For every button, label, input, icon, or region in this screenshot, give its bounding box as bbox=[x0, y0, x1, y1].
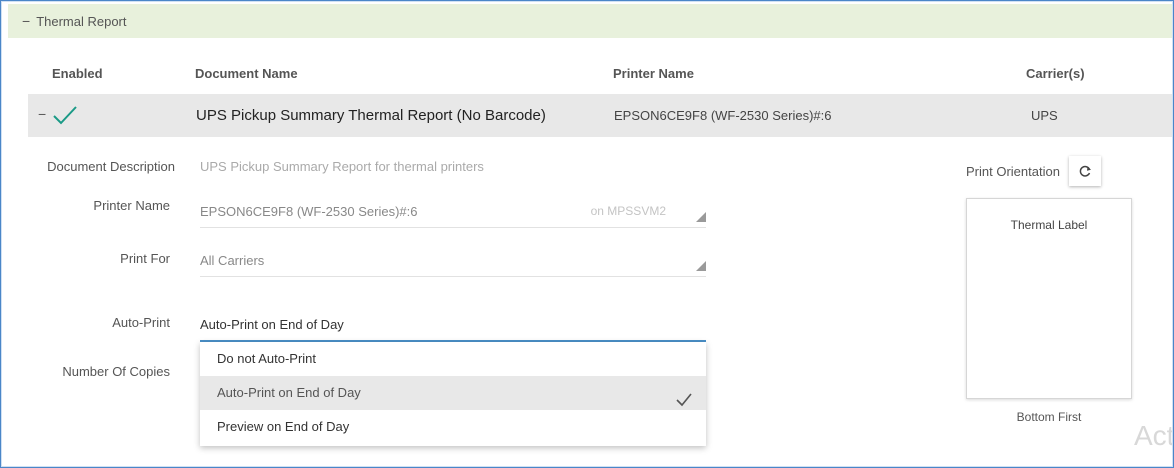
row-collapse-toggle[interactable]: − bbox=[38, 106, 46, 122]
printer-server: on MPSSVM2 bbox=[590, 204, 666, 218]
collapse-toggle[interactable]: − bbox=[22, 13, 30, 29]
col-document-name-header[interactable]: Document Name bbox=[195, 66, 298, 81]
col-enabled-header[interactable]: Enabled bbox=[52, 66, 103, 81]
auto-print-dropdown[interactable]: Do not Auto-Print Auto-Print on End of D… bbox=[200, 342, 706, 446]
number-of-copies-label: Number Of Copies bbox=[62, 364, 170, 379]
auto-print-select[interactable]: Auto-Print on End of Day bbox=[200, 312, 706, 342]
orientation-caption: Bottom First bbox=[1016, 410, 1082, 424]
dropdown-corner-icon bbox=[696, 212, 706, 222]
printer-name-value: EPSON6CE9F8 (WF-2530 Series)#:6 bbox=[200, 204, 418, 219]
check-icon[interactable] bbox=[52, 104, 78, 126]
rotate-orientation-button[interactable] bbox=[1069, 156, 1101, 186]
option-label: Preview on End of Day bbox=[217, 419, 350, 434]
option-label: Auto-Print on End of Day bbox=[217, 385, 361, 400]
auto-print-value: Auto-Print on End of Day bbox=[200, 317, 344, 332]
table-row[interactable]: − UPS Pickup Summary Thermal Report (No … bbox=[28, 94, 1172, 138]
document-description-value: UPS Pickup Summary Report for thermal pr… bbox=[200, 159, 484, 174]
option-label: Do not Auto-Print bbox=[217, 351, 316, 366]
check-icon bbox=[676, 386, 692, 407]
dropdown-option[interactable]: Do not Auto-Print bbox=[200, 342, 706, 376]
dropdown-corner-icon bbox=[696, 261, 706, 271]
document-description-label: Document Description bbox=[47, 159, 175, 174]
auto-print-label: Auto-Print bbox=[112, 315, 170, 330]
print-for-select[interactable]: All Carriers bbox=[200, 248, 706, 277]
table-header: Enabled Document Name Printer Name Carri… bbox=[0, 64, 1174, 84]
row-document-name: UPS Pickup Summary Thermal Report (No Ba… bbox=[196, 107, 546, 124]
dropdown-option[interactable]: Preview on End of Day bbox=[200, 410, 706, 444]
col-carriers-header[interactable]: Carrier(s) bbox=[1026, 66, 1085, 81]
printer-name-select[interactable]: EPSON6CE9F8 (WF-2530 Series)#:6 on MPSSV… bbox=[200, 199, 706, 228]
print-for-value: All Carriers bbox=[200, 253, 265, 268]
print-orientation-label: Print Orientation bbox=[966, 164, 1060, 179]
col-printer-name-header[interactable]: Printer Name bbox=[613, 66, 694, 81]
rotate-icon bbox=[1079, 165, 1091, 177]
row-carrier: UPS bbox=[1031, 108, 1058, 123]
section-title: Thermal Report bbox=[36, 13, 127, 29]
dropdown-option-selected[interactable]: Auto-Print on End of Day bbox=[200, 376, 706, 410]
row-printer-name: EPSON6CE9F8 (WF-2530 Series)#:6 bbox=[614, 108, 832, 123]
printer-name-label: Printer Name bbox=[93, 198, 170, 213]
preview-title: Thermal Label bbox=[1010, 218, 1088, 232]
print-for-label: Print For bbox=[120, 251, 170, 266]
activation-watermark: Act bbox=[1134, 420, 1174, 451]
label-preview: Thermal Label bbox=[966, 198, 1132, 399]
section-header[interactable]: − Thermal Report bbox=[8, 4, 1174, 38]
